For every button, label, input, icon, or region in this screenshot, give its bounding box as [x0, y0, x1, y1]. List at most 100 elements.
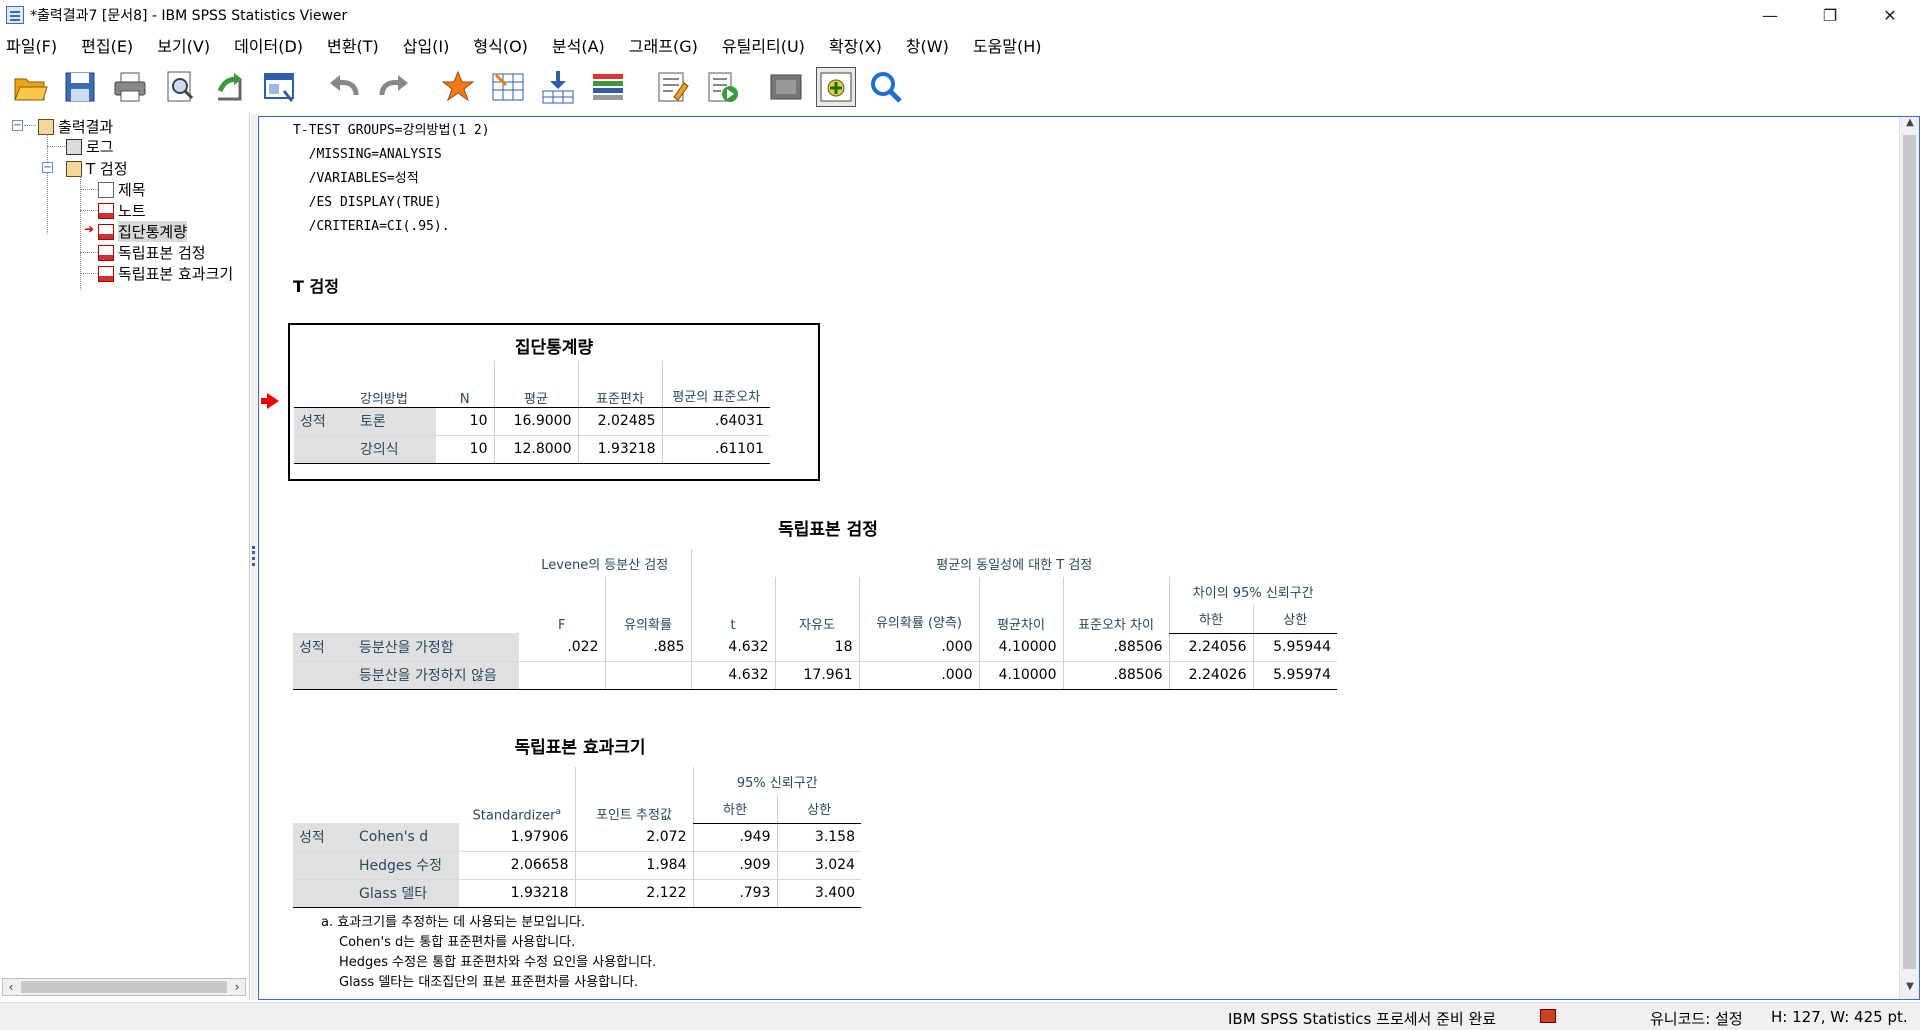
header-upper: 상한: [776, 795, 861, 824]
print-icon[interactable]: [110, 67, 150, 107]
content-vertical-scrollbar[interactable]: ▲ ▼: [1899, 117, 1919, 999]
menu-analyze[interactable]: 분석(A): [552, 33, 605, 57]
variables-icon[interactable]: [588, 67, 628, 107]
pane-splitter[interactable]: [251, 114, 257, 1000]
find-icon[interactable]: [866, 67, 906, 107]
menu-insert[interactable]: 삽입(I): [403, 33, 450, 57]
save-icon[interactable]: [60, 67, 100, 107]
tree-item-group-stats[interactable]: 집단통계량: [98, 221, 188, 242]
header-df: 자유도: [774, 577, 859, 633]
cell-mean: 12.8000: [493, 435, 578, 464]
header-f: F: [558, 618, 566, 633]
close-button[interactable]: ✕: [1860, 0, 1920, 30]
header-levene: Levene의 등분산 검정: [541, 557, 669, 573]
window-title: *출력결과7 [문서8] - IBM SPSS Statistics Viewe…: [30, 8, 348, 24]
tree-item-notes[interactable]: 노트: [98, 200, 146, 221]
tree-label-log: 로그: [86, 138, 114, 156]
group-stats-selection-box[interactable]: 집단통계량 강의방법 N 평균 표준편차 평균의 표준오차 성적 토론 10 1…: [288, 323, 820, 481]
cell-se-diff: .88506: [1062, 661, 1169, 690]
menu-data[interactable]: 데이터(D): [234, 33, 303, 57]
recall-dialog-icon[interactable]: [260, 67, 300, 107]
goto-variable-icon[interactable]: [488, 67, 528, 107]
cell-f: [519, 661, 605, 690]
cell-lower: .949: [692, 823, 777, 852]
menu-file[interactable]: 파일(F): [6, 33, 57, 57]
undo-icon[interactable]: [324, 67, 364, 107]
toolbar: [0, 62, 1920, 112]
footnote-hedges: Hedges 수정은 통합 표준편차와 수정 요인을 사용합니다.: [339, 955, 657, 970]
row-label: Cohen's d: [353, 823, 459, 852]
redo-icon[interactable]: [374, 67, 414, 107]
tree-label-effect-size: 독립표본 효과크기: [118, 265, 234, 283]
restore-button[interactable]: ❐: [1800, 0, 1860, 30]
tree-item-title[interactable]: 제목: [98, 179, 146, 200]
header-se-diff: 표준오차 차이: [1062, 577, 1169, 633]
scroll-down-icon[interactable]: ▼: [1900, 981, 1919, 999]
outline-horizontal-scrollbar[interactable]: ‹ ›: [2, 978, 246, 996]
goto-case-icon[interactable]: [438, 67, 478, 107]
row-variable-label: 성적: [293, 633, 353, 662]
menu-window[interactable]: 창(W): [906, 33, 949, 57]
insert-heading-icon[interactable]: [652, 67, 692, 107]
scrollbar-thumb[interactable]: [21, 981, 227, 993]
minimize-button[interactable]: —: [1740, 0, 1800, 30]
cell-p: .000: [858, 633, 979, 662]
tree-item-indep-test[interactable]: 독립표본 검정: [98, 242, 206, 263]
promote-icon[interactable]: [816, 67, 856, 107]
footnote-marker: a: [555, 806, 561, 817]
menu-view[interactable]: 보기(V): [157, 33, 210, 57]
cell-lower: .793: [692, 879, 777, 908]
tree-label-title: 제목: [118, 181, 146, 199]
cell-upper: 3.158: [776, 823, 861, 852]
cell-mean: 16.9000: [493, 407, 578, 436]
row-label: 등분산을 가정하지 않음: [353, 661, 519, 690]
log-icon: [66, 138, 82, 155]
insert-text-icon[interactable]: [702, 67, 742, 107]
collapse-ttest-icon[interactable]: −: [42, 162, 53, 173]
cell-df: 17.961: [774, 661, 859, 690]
processor-status-icon: [1540, 1009, 1556, 1023]
tree-item-log[interactable]: 로그: [66, 136, 114, 157]
header-lecture-method: 강의방법: [354, 361, 436, 408]
group-stats-table: 강의방법 N 평균 표준편차 평균의 표준오차 성적 토론 10 16.9000…: [294, 361, 770, 464]
menu-format[interactable]: 형식(O): [473, 33, 528, 57]
notes-table-icon: [98, 202, 114, 219]
open-folder-icon[interactable]: [10, 67, 50, 107]
cell-levene-sig: [604, 661, 691, 690]
cell-f: .022: [519, 633, 605, 662]
cell-point-estimate: 2.072: [574, 823, 693, 852]
tree-item-effect-size[interactable]: 독립표본 효과크기: [98, 263, 233, 284]
spss-viewer-app-icon: [6, 6, 24, 24]
menu-utilities[interactable]: 유틸리티(U): [722, 33, 805, 57]
hide-icon[interactable]: [766, 67, 806, 107]
insert-cases-icon[interactable]: [538, 67, 578, 107]
header-p-two-tailed: 유의확률 (양측): [858, 577, 979, 633]
menu-edit[interactable]: 편집(E): [81, 33, 133, 57]
group-stats-title: 집단통계량: [514, 338, 594, 358]
cell-t: 4.632: [690, 633, 775, 662]
output-book-icon: [66, 160, 82, 177]
menu-help[interactable]: 도움말(H): [973, 33, 1042, 57]
cell-standardizer: 1.97906: [459, 823, 575, 852]
scroll-left-icon[interactable]: ‹: [3, 980, 19, 994]
scroll-right-icon[interactable]: ›: [229, 980, 245, 994]
cell-point-estimate: 1.984: [574, 851, 693, 880]
pivot-table-icon: [98, 223, 114, 240]
menu-extensions[interactable]: 확장(X): [829, 33, 882, 57]
export-icon[interactable]: [210, 67, 250, 107]
tree-item-ttest[interactable]: T 검정: [66, 158, 128, 179]
print-preview-icon[interactable]: [160, 67, 200, 107]
row-variable-label: 성적: [294, 407, 354, 436]
menu-transform[interactable]: 변환(T): [327, 33, 379, 57]
row-label: Hedges 수정: [353, 851, 459, 880]
collapse-root-icon[interactable]: −: [12, 120, 23, 131]
scroll-up-icon[interactable]: ▲: [1900, 117, 1919, 135]
scrollbar-thumb[interactable]: [1903, 135, 1916, 969]
header-ttest-equality: 평균의 동일성에 대한 T 검정: [690, 549, 1337, 577]
tree-item-output[interactable]: 출력결과: [38, 116, 113, 137]
title-page-icon: [98, 181, 114, 198]
current-item-arrow-icon: ➜: [84, 222, 95, 236]
syntax-log: T-TEST GROUPS=강의방법(1 2) /MISSING=ANALYSI…: [293, 123, 490, 234]
cell-lower: .909: [692, 851, 777, 880]
menu-graphs[interactable]: 그래프(G): [629, 33, 698, 57]
